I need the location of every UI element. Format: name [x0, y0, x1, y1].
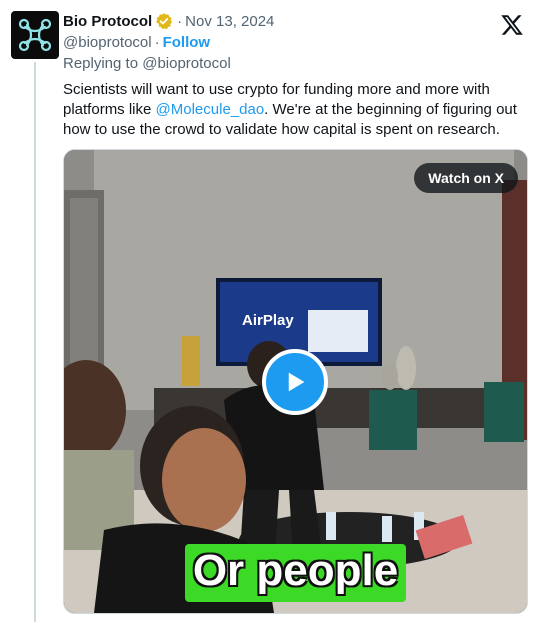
- play-icon: [288, 372, 305, 392]
- thread-line: [34, 62, 36, 622]
- video-player[interactable]: AirPlay Watch on X Or people: [63, 149, 528, 614]
- handle-separator: ·: [154, 33, 160, 51]
- x-logo-icon[interactable]: [500, 13, 524, 37]
- author-handle[interactable]: @bioprotocol: [63, 34, 152, 51]
- avatar[interactable]: [11, 11, 59, 59]
- tweet-date[interactable]: Nov 13, 2024: [185, 13, 274, 30]
- author-name[interactable]: Bio Protocol: [63, 13, 152, 30]
- verified-badge-icon: [155, 12, 173, 30]
- watch-on-x-button[interactable]: Watch on X: [414, 163, 518, 193]
- tweet-header: Bio Protocol · Nov 13, 2024 @bioprotocol…: [63, 11, 486, 53]
- tweet-text: Scientists will want to use crypto for f…: [63, 80, 523, 140]
- replying-to-label: Replying to: [63, 55, 139, 72]
- mention-link[interactable]: @Molecule_dao: [156, 101, 265, 118]
- video-caption: Or people: [184, 544, 407, 602]
- play-button[interactable]: [262, 349, 328, 415]
- tv-screen-text: AirPlay: [242, 312, 294, 329]
- bio-protocol-logo-icon: [18, 18, 52, 52]
- header-separator: ·: [177, 12, 183, 30]
- replying-to: Replying to @bioprotocol: [63, 55, 231, 72]
- follow-button[interactable]: Follow: [163, 34, 211, 51]
- caption-container: Or people: [64, 544, 527, 602]
- replying-to-handle[interactable]: @bioprotocol: [142, 55, 231, 72]
